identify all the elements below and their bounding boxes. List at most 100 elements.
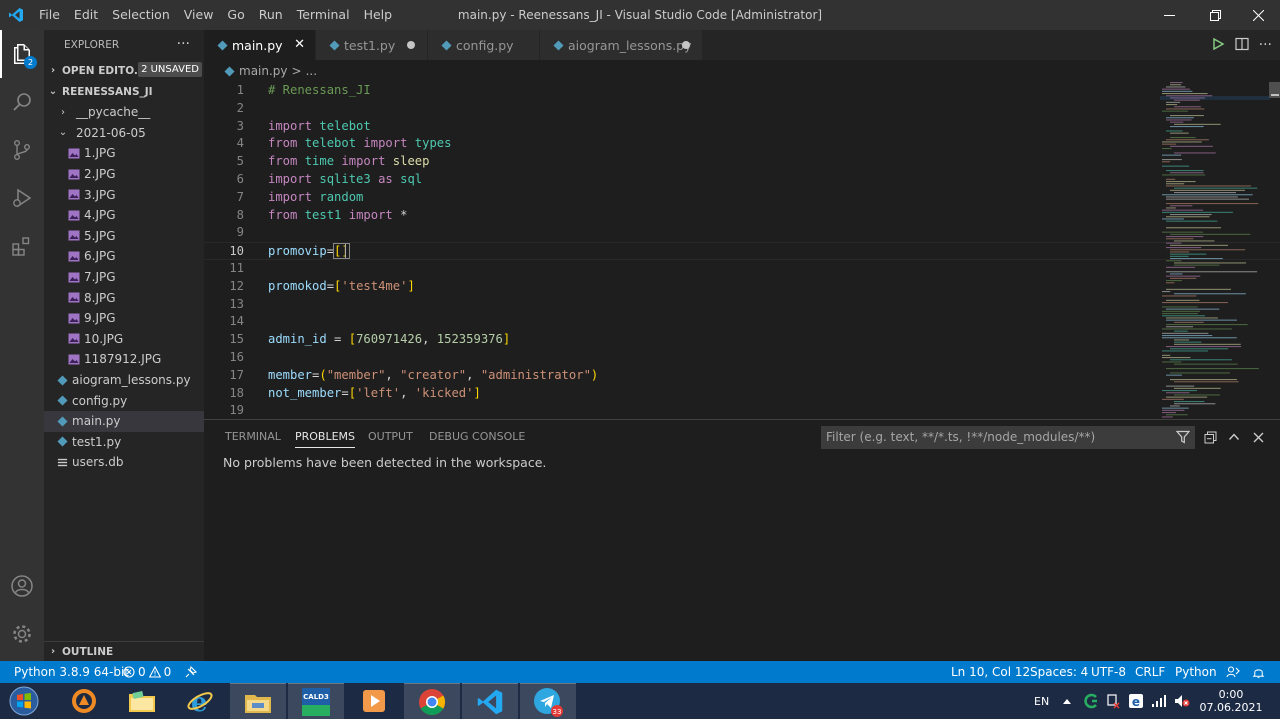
problems-filter-input[interactable]: Filter (e.g. text, **/*.ts, !**/node_mod… [821, 426, 1195, 449]
tab-terminal[interactable]: TERMINAL [225, 420, 281, 454]
clock[interactable]: 0:00 07.06.2021 [1200, 683, 1263, 719]
cursor-position[interactable]: Ln 10, Col 12 [951, 661, 1030, 683]
settings-gear-icon[interactable] [0, 610, 44, 658]
unsaved-dot-icon[interactable] [682, 41, 690, 49]
tree-file[interactable]: aiogram_lessons.py [44, 370, 204, 391]
tab-debug-console[interactable]: DEBUG CONSOLE [429, 420, 525, 454]
tree-file[interactable]: test1.py [44, 432, 204, 453]
network-signal-icon[interactable] [1151, 683, 1167, 719]
internet-explorer-icon[interactable]: e [172, 683, 228, 719]
tree-file[interactable]: config.py [44, 390, 204, 411]
more-actions-icon[interactable]: ··· [177, 36, 190, 52]
vscode-logo-icon[interactable] [0, 0, 32, 30]
image-file-icon [68, 353, 80, 365]
volume-muted-icon[interactable] [1174, 683, 1190, 719]
menu-go[interactable]: Go [220, 0, 251, 30]
folder-section[interactable]: ⌄ REENESSANS_JI [44, 81, 204, 102]
explorer-icon[interactable]: 2 [0, 30, 44, 78]
tree-folder[interactable]: › __pycache__ [44, 102, 204, 123]
tree-file[interactable]: 9.JPG [44, 308, 204, 329]
python-interpreter[interactable]: Python 3.8.9 64-bit [14, 661, 129, 683]
tab-output[interactable]: OUTPUT [368, 420, 413, 454]
menu-help[interactable]: Help [357, 0, 400, 30]
editor-scrollbar[interactable] [1266, 82, 1280, 419]
tree-file[interactable]: 10.JPG [44, 329, 204, 350]
filter-icon[interactable] [1175, 429, 1191, 445]
tree-file[interactable]: 7.JPG [44, 267, 204, 288]
menu-selection[interactable]: Selection [105, 0, 177, 30]
feedback-icon[interactable] [1226, 661, 1240, 683]
restore-icon[interactable] [1193, 0, 1237, 30]
tab-aiogram-lessons-py[interactable]: aiogram_lessons.py [540, 30, 703, 60]
indentation[interactable]: Spaces: 4 [1030, 661, 1088, 683]
tree-folder[interactable]: ⌄ 2021-06-05 [44, 123, 204, 144]
breadcrumb-symbol[interactable]: ... [306, 64, 317, 78]
show-hidden-icons-icon[interactable] [1062, 683, 1072, 719]
code-editor[interactable]: 1 # Renessans_JI 2 3 import telebot 4 from tel… [204, 82, 1280, 419]
notifications-bell-icon[interactable] [1252, 661, 1265, 683]
vscode-icon[interactable] [462, 683, 518, 719]
account-icon[interactable] [0, 562, 44, 610]
input-language[interactable]: EN [1034, 683, 1049, 719]
tree-file[interactable]: 2.JPG [44, 164, 204, 185]
tab-config-py[interactable]: config.py [428, 30, 540, 60]
close-icon[interactable] [1236, 0, 1280, 30]
live-share-icon[interactable] [184, 661, 198, 683]
tree-file[interactable]: 6.JPG [44, 246, 204, 267]
menu-view[interactable]: View [177, 0, 221, 30]
close-tab-icon[interactable]: ✕ [294, 37, 305, 52]
file-explorer-folder-icon[interactable] [114, 683, 170, 719]
more-actions-icon[interactable]: ··· [1259, 37, 1272, 53]
close-panel-icon[interactable] [1250, 429, 1266, 445]
tree-file[interactable]: main.py [44, 410, 204, 432]
tree-file[interactable]: 3.JPG [44, 184, 204, 205]
tree-file[interactable]: 4.JPG [44, 205, 204, 226]
source-control-icon[interactable] [0, 126, 44, 174]
extensions-icon[interactable] [0, 222, 44, 270]
code-line: 15 admin_id = [760971426, 152359376] [204, 331, 1280, 349]
tree-file[interactable]: 8.JPG [44, 287, 204, 308]
menu-terminal[interactable]: Terminal [290, 0, 357, 30]
usb-device-icon[interactable] [1105, 683, 1121, 719]
tree-file[interactable]: 1.JPG [44, 143, 204, 164]
windows-start-icon[interactable] [0, 683, 48, 719]
avast-icon[interactable] [56, 683, 112, 719]
tab-main-py[interactable]: main.py ✕ [204, 30, 316, 60]
outline-section[interactable]: › OUTLINE [44, 641, 204, 661]
green-tray-app-icon[interactable] [1083, 683, 1099, 719]
chrome-icon[interactable] [404, 683, 460, 719]
problems-summary[interactable]: 0 0 [123, 661, 171, 683]
browser-tray-icon[interactable]: e [1128, 683, 1144, 719]
tab-problems[interactable]: PROBLEMS [295, 420, 356, 454]
telegram-icon[interactable]: 33 [520, 683, 576, 719]
menu-file[interactable]: File [32, 0, 67, 30]
language-mode[interactable]: Python [1175, 661, 1217, 683]
code-line: 4 from telebot import types [204, 135, 1280, 153]
menu-run[interactable]: Run [252, 0, 290, 30]
search-icon[interactable] [0, 78, 44, 126]
database-file-icon [56, 456, 68, 468]
tree-file[interactable]: users.db [44, 452, 204, 473]
tree-item-label: __pycache__ [76, 105, 151, 120]
unsaved-dot-icon[interactable] [407, 41, 415, 49]
tree-file[interactable]: 5.JPG [44, 226, 204, 247]
menu-edit[interactable]: Edit [67, 0, 105, 30]
error-count: 0 [138, 665, 146, 679]
collapse-all-icon[interactable] [1202, 429, 1218, 445]
breadcrumb-file[interactable]: main.py [239, 64, 288, 78]
code-token: time [304, 154, 335, 169]
run-python-file-icon[interactable] [1211, 37, 1225, 54]
tree-file[interactable]: 1187912.JPG [44, 349, 204, 370]
tab-test1-py[interactable]: test1.py [316, 30, 428, 60]
cald3-app-icon[interactable]: CALD3 [288, 683, 344, 719]
media-player-icon[interactable] [346, 683, 402, 719]
line-ending[interactable]: CRLF [1135, 661, 1165, 683]
split-editor-icon[interactable] [1235, 37, 1249, 54]
encoding[interactable]: UTF-8 [1091, 661, 1126, 683]
maximize-panel-icon[interactable] [1226, 429, 1242, 445]
open-editors-section[interactable]: › OPEN EDITO... 2 UNSAVED [44, 60, 204, 81]
file-explorer-icon[interactable] [230, 683, 286, 719]
minimap[interactable] [1160, 82, 1270, 419]
run-debug-icon[interactable] [0, 174, 44, 222]
minimize-icon[interactable] [1147, 0, 1191, 30]
